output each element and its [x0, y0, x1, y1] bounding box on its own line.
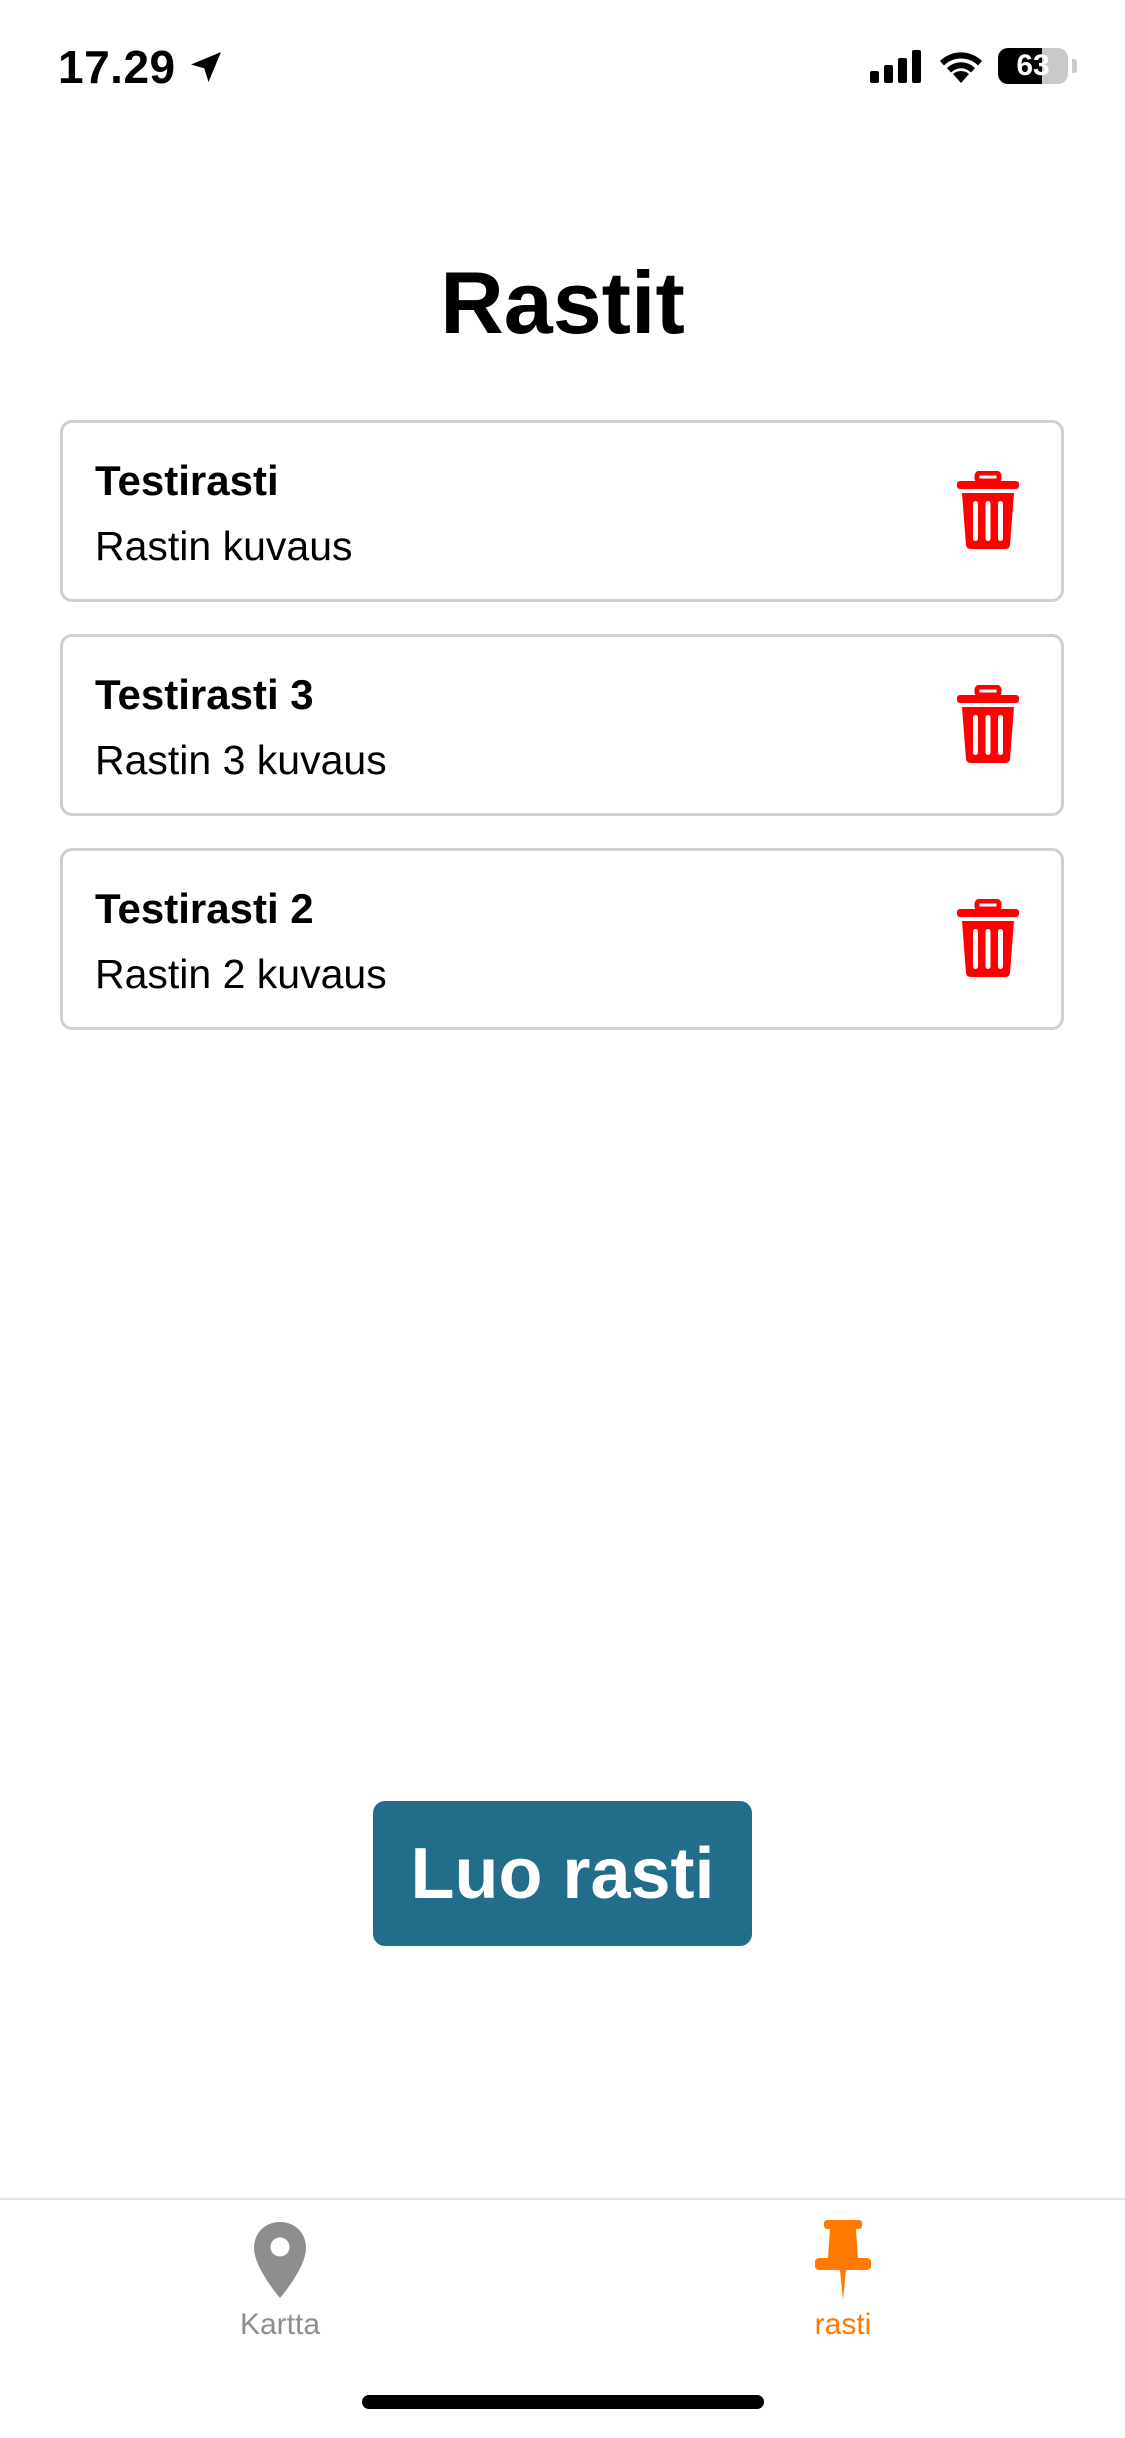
pushpin-icon [808, 2218, 878, 2302]
tab-rasti[interactable]: rasti [693, 2218, 993, 2342]
list-item[interactable]: Testirasti 2 Rastin 2 kuvaus [60, 848, 1064, 1030]
checkpoint-list: Testirasti Rastin kuvaus Testirasti 3 Ra… [60, 420, 1064, 1030]
checkpoint-title: Testirasti 2 [95, 885, 314, 932]
list-item[interactable]: Testirasti 3 Rastin 3 kuvaus [60, 634, 1064, 816]
trash-icon [957, 685, 1019, 763]
trash-icon [957, 899, 1019, 977]
checkpoint-description: Rastin 3 kuvaus [95, 737, 387, 783]
checkpoint-title: Testirasti 3 [95, 671, 314, 718]
delete-button[interactable] [953, 684, 1023, 766]
checkpoint-description: Rastin kuvaus [95, 523, 353, 569]
tab-label-rasti: rasti [814, 2308, 872, 2341]
delete-button[interactable] [953, 898, 1023, 980]
tab-label-kartta: Kartta [239, 2308, 321, 2341]
status-icons: 63 [870, 48, 1077, 84]
battery-tip [1072, 59, 1077, 73]
list-item[interactable]: Testirasti Rastin kuvaus [60, 420, 1064, 602]
cellular-signal-icon [870, 50, 921, 83]
trash-icon [957, 471, 1019, 549]
battery-level: 63 [1016, 49, 1050, 82]
delete-button[interactable] [953, 470, 1023, 552]
status-bar: 17.29 63 [0, 0, 1125, 140]
map-pin-icon [245, 2218, 315, 2302]
status-time-text: 17.29 [58, 41, 176, 93]
battery-icon: 63 [998, 48, 1068, 84]
location-arrow-icon [190, 52, 221, 82]
home-indicator [362, 2395, 764, 2409]
page-title: Rastit [440, 253, 685, 352]
checkpoint-description: Rastin 2 kuvaus [95, 951, 387, 997]
create-checkpoint-button[interactable]: Luo rasti [373, 1801, 752, 1946]
checkpoint-title: Testirasti [95, 457, 279, 504]
wifi-icon [940, 52, 982, 83]
status-time: 17.29 [58, 40, 226, 94]
tab-kartta[interactable]: Kartta [130, 2218, 430, 2342]
